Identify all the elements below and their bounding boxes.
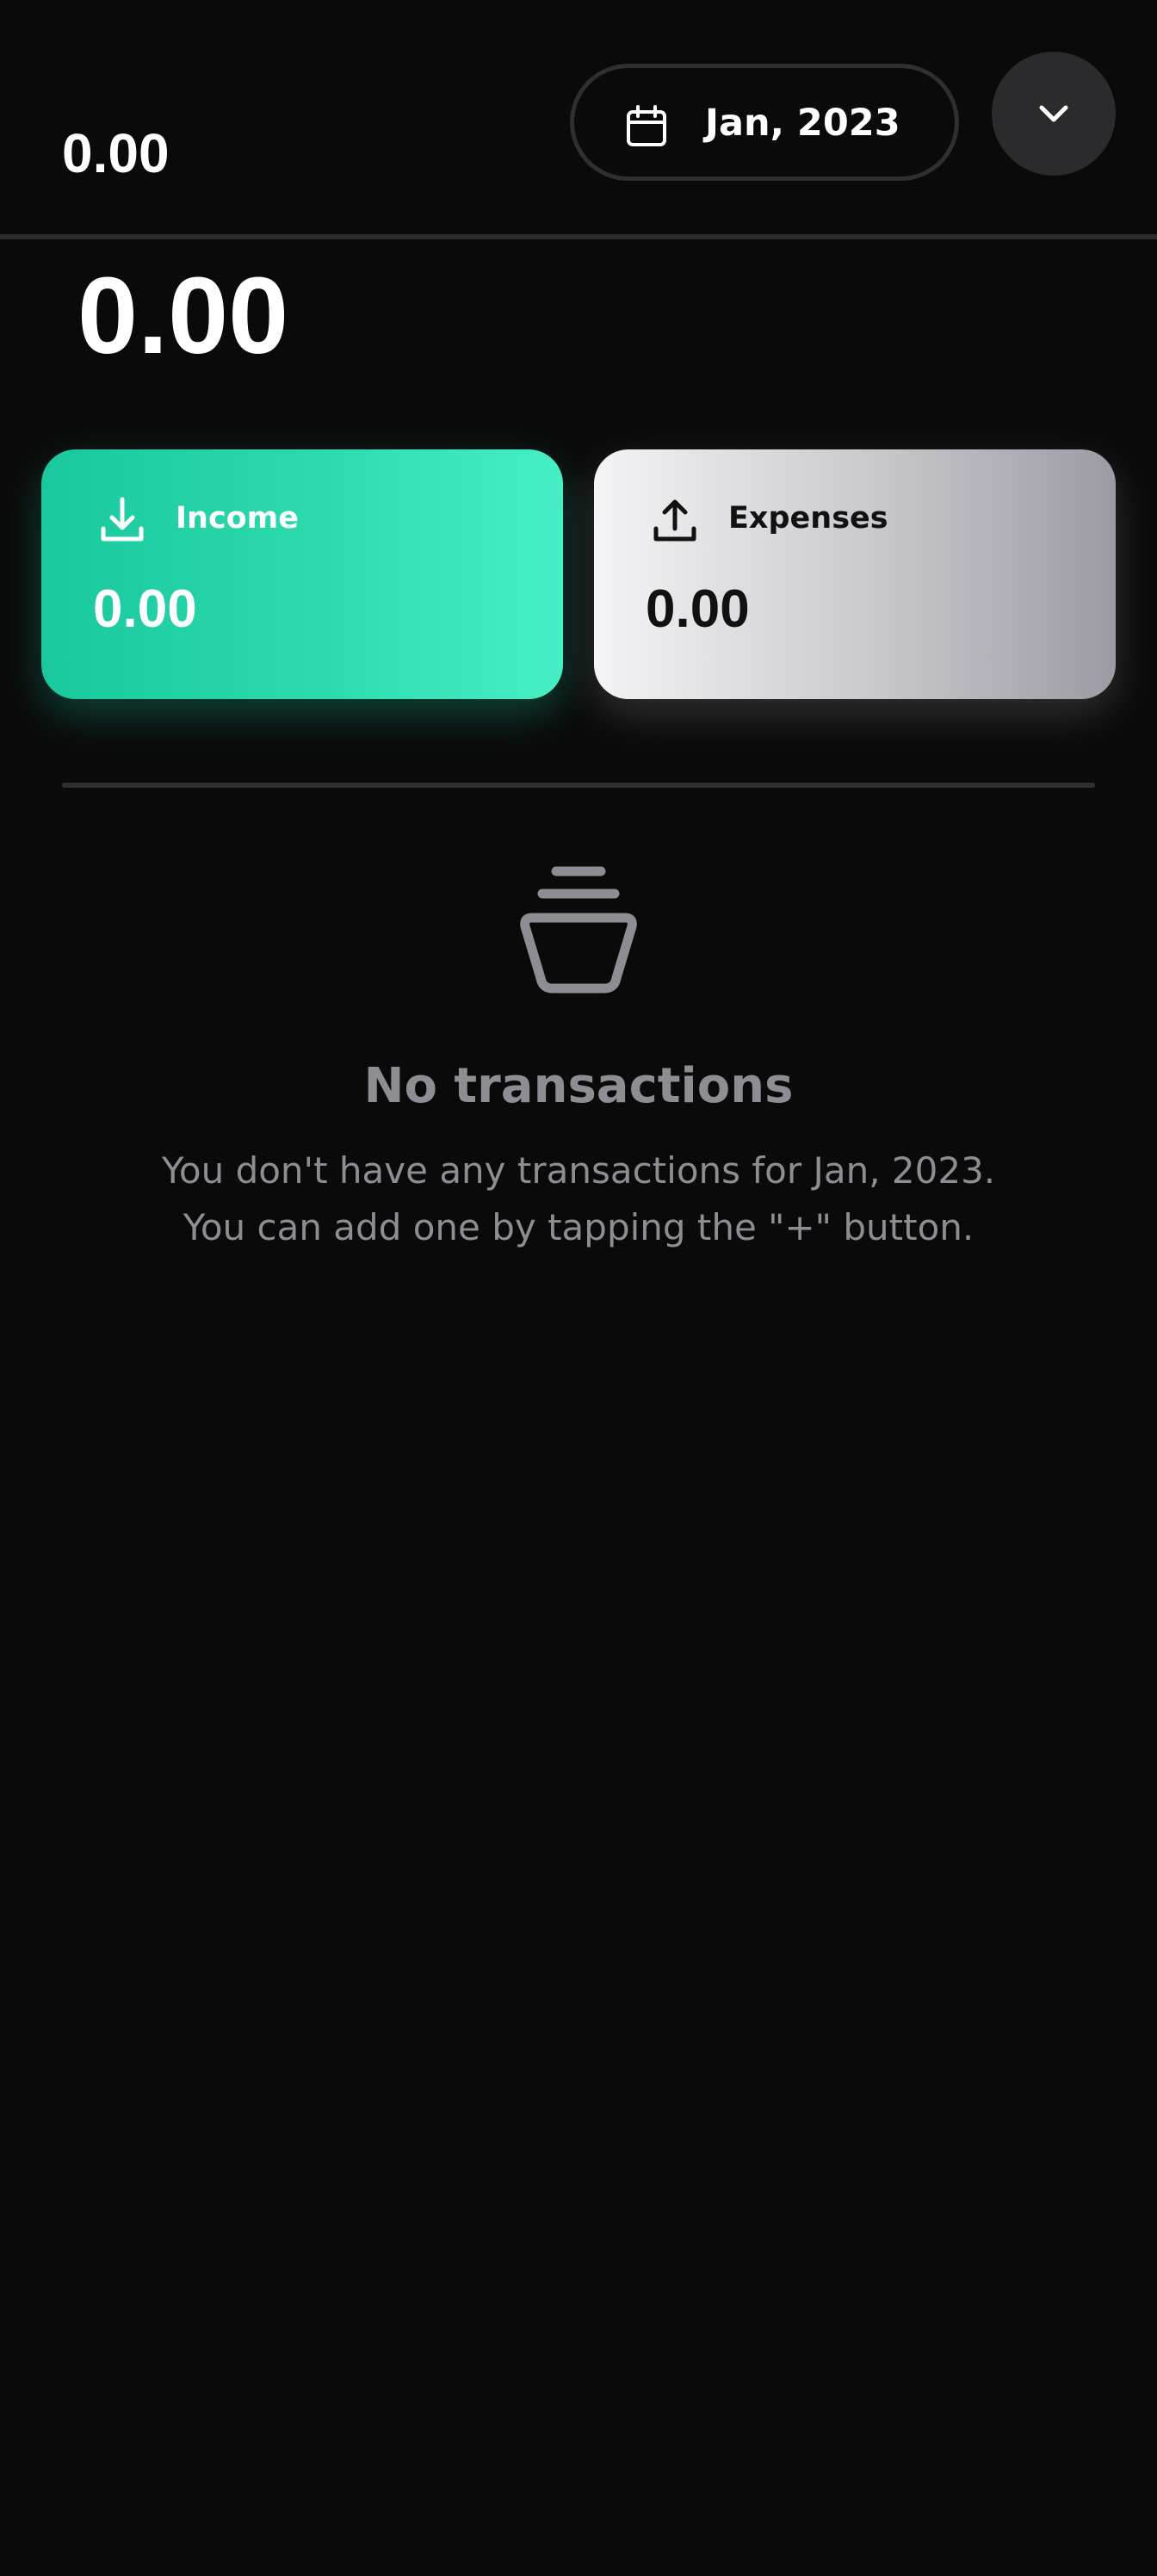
empty-basket-icon	[520, 866, 637, 994]
calendar-icon	[627, 105, 666, 146]
section-divider	[62, 783, 1095, 788]
empty-state-message: You don't have any transactions for Jan,…	[161, 1149, 996, 1192]
download-icon	[101, 497, 144, 542]
expenses-card[interactable]: Expenses 0.00	[594, 449, 1116, 699]
header-balance: 0.00	[62, 122, 170, 184]
empty-state-hint: You can add one by tapping the "+" butto…	[183, 1206, 974, 1248]
month-picker-button[interactable]: Jan, 2023	[570, 64, 959, 181]
app-header: 0.00 Jan, 2023	[0, 0, 1157, 239]
income-card[interactable]: Income 0.00	[41, 449, 563, 699]
chevron-down-icon	[1039, 105, 1068, 122]
expenses-amount: 0.00	[646, 579, 750, 639]
month-picker-label: Jan, 2023	[705, 102, 900, 145]
expand-button[interactable]	[992, 52, 1116, 176]
empty-state-title: No transactions	[363, 1058, 794, 1114]
total-balance: 0.00	[77, 255, 289, 376]
header-divider	[0, 234, 1157, 239]
expenses-label: Expenses	[728, 501, 888, 536]
upload-icon	[653, 499, 696, 542]
income-label: Income	[176, 501, 299, 536]
income-amount: 0.00	[93, 579, 197, 639]
